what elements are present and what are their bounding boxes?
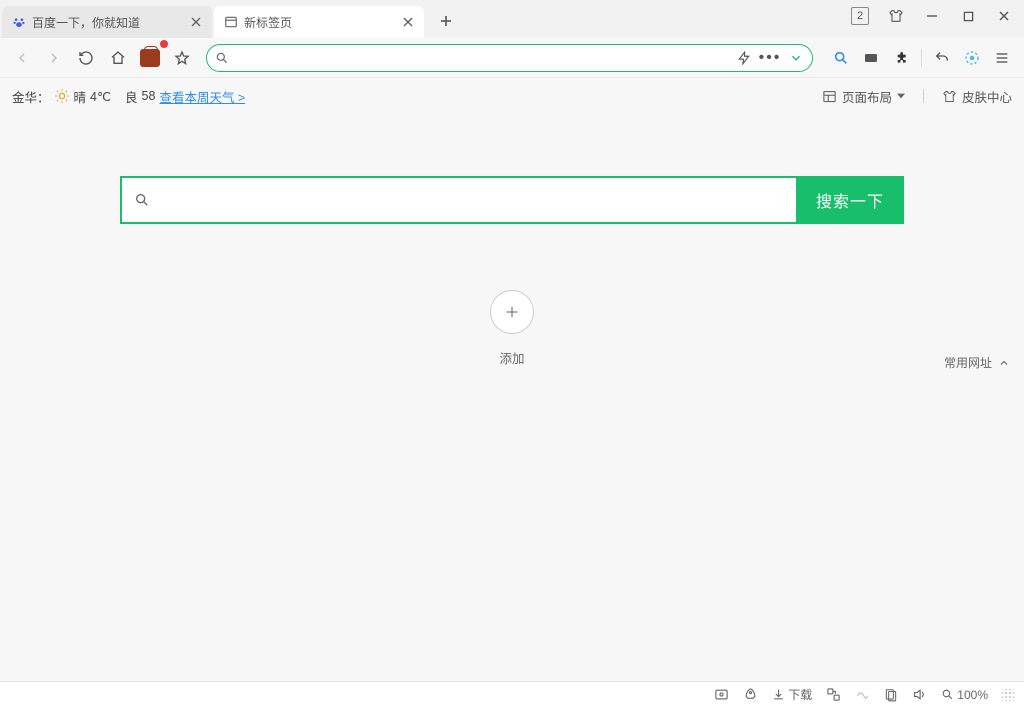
search-button[interactable]: 搜索一下 — [796, 176, 904, 224]
favorite-button[interactable] — [168, 44, 196, 72]
separator — [921, 49, 922, 67]
add-shortcut: 添加 — [0, 290, 1024, 367]
menu-button[interactable] — [988, 44, 1016, 72]
sync-button[interactable] — [958, 44, 986, 72]
video-button[interactable] — [857, 44, 885, 72]
page-layout-label: 页面布局 — [842, 87, 892, 106]
theme-center-button[interactable]: 皮肤中心 — [942, 87, 1012, 106]
common-sites-label: 常用网址 — [944, 354, 992, 371]
info-bar: 金华： 晴 4℃ 良 58 查看本周天气 > 页面布局 皮肤中心 — [0, 78, 1024, 114]
address-input[interactable] — [231, 50, 734, 65]
gesture-button[interactable] — [851, 685, 874, 704]
window-titlebar: 百度一下，你就知道 新标签页 2 — [0, 0, 1024, 38]
add-label: 添加 — [499, 348, 524, 367]
newtab-content: 搜索一下 常用网址 添加 — [0, 176, 1024, 367]
weather-condition: 晴 — [74, 87, 87, 106]
tab-title: 新标签页 — [244, 14, 400, 31]
resize-grip[interactable] — [1002, 689, 1014, 701]
air-value: 58 — [142, 89, 156, 103]
tab-close-button[interactable] — [188, 14, 204, 30]
bag-button[interactable] — [136, 44, 164, 72]
rocket-button[interactable] — [739, 685, 762, 704]
zoom-label: 100% — [957, 688, 988, 702]
window-maximize-button[interactable] — [952, 2, 984, 30]
air-label: 良 — [125, 87, 138, 106]
address-bar[interactable]: ••• — [206, 44, 813, 72]
main-search: 搜索一下 — [120, 176, 904, 224]
common-sites-toggle[interactable]: 常用网址 — [944, 354, 1010, 371]
sun-icon — [54, 88, 70, 104]
window-controls: 2 — [844, 2, 1020, 30]
search-input[interactable] — [156, 178, 796, 222]
forward-button[interactable] — [40, 44, 68, 72]
extensions-button[interactable] — [887, 44, 915, 72]
layout-controls: 页面布局 皮肤中心 — [822, 87, 1012, 106]
tab-baidu[interactable]: 百度一下，你就知道 — [2, 6, 212, 38]
tab-title: 百度一下，你就知道 — [32, 14, 188, 31]
paw-icon — [12, 15, 26, 29]
chevron-up-icon — [998, 357, 1010, 369]
tab-close-button[interactable] — [400, 14, 416, 30]
shirt-icon — [942, 89, 957, 104]
toolbar-actions — [827, 44, 1016, 72]
search-icon — [134, 192, 150, 208]
browser-toolbar: ••• — [0, 38, 1024, 78]
tab-count-badge[interactable]: 2 — [844, 2, 876, 30]
window-minimize-button[interactable] — [916, 2, 948, 30]
lightning-icon[interactable] — [734, 48, 754, 68]
reader-button[interactable] — [880, 686, 902, 704]
tab-strip: 百度一下，你就知道 新标签页 — [0, 0, 460, 38]
layout-icon — [822, 89, 837, 104]
search-button[interactable] — [827, 44, 855, 72]
page-layout-button[interactable]: 页面布局 — [822, 87, 905, 106]
translate-button[interactable] — [822, 685, 845, 704]
plus-icon — [503, 303, 521, 321]
volume-button[interactable] — [908, 685, 931, 704]
city-label: 金华： — [12, 87, 50, 106]
window-close-button[interactable] — [988, 2, 1020, 30]
addressbar-actions: ••• — [734, 48, 806, 68]
more-icon[interactable]: ••• — [760, 48, 780, 68]
shirt-icon[interactable] — [880, 2, 912, 30]
home-button[interactable] — [104, 44, 132, 72]
caret-down-icon — [897, 92, 905, 100]
chevron-down-icon[interactable] — [786, 48, 806, 68]
bag-icon — [140, 49, 160, 67]
add-shortcut-button[interactable] — [490, 290, 534, 334]
tab-newtab[interactable]: 新标签页 — [214, 6, 424, 38]
new-tab-button[interactable] — [432, 7, 460, 35]
undo-button[interactable] — [928, 44, 956, 72]
refresh-button[interactable] — [72, 44, 100, 72]
zoom-control[interactable]: 100% — [937, 686, 992, 704]
status-bar: 下载 100% — [0, 681, 1024, 707]
page-icon — [224, 15, 238, 29]
search-icon — [213, 49, 231, 67]
notification-dot — [160, 40, 168, 48]
theme-center-label: 皮肤中心 — [962, 87, 1012, 106]
download-button[interactable]: 下载 — [768, 684, 816, 705]
search-field-wrap[interactable] — [120, 176, 796, 224]
search-button-label: 搜索一下 — [816, 188, 884, 212]
weather-temp: 4℃ — [90, 89, 111, 104]
back-button[interactable] — [8, 44, 36, 72]
screenshot-button[interactable] — [710, 685, 733, 704]
separator — [923, 89, 924, 103]
download-label: 下载 — [788, 686, 812, 703]
weather-widget: 金华： 晴 4℃ 良 58 查看本周天气 > — [12, 87, 245, 106]
weather-link[interactable]: 查看本周天气 > — [159, 87, 245, 106]
